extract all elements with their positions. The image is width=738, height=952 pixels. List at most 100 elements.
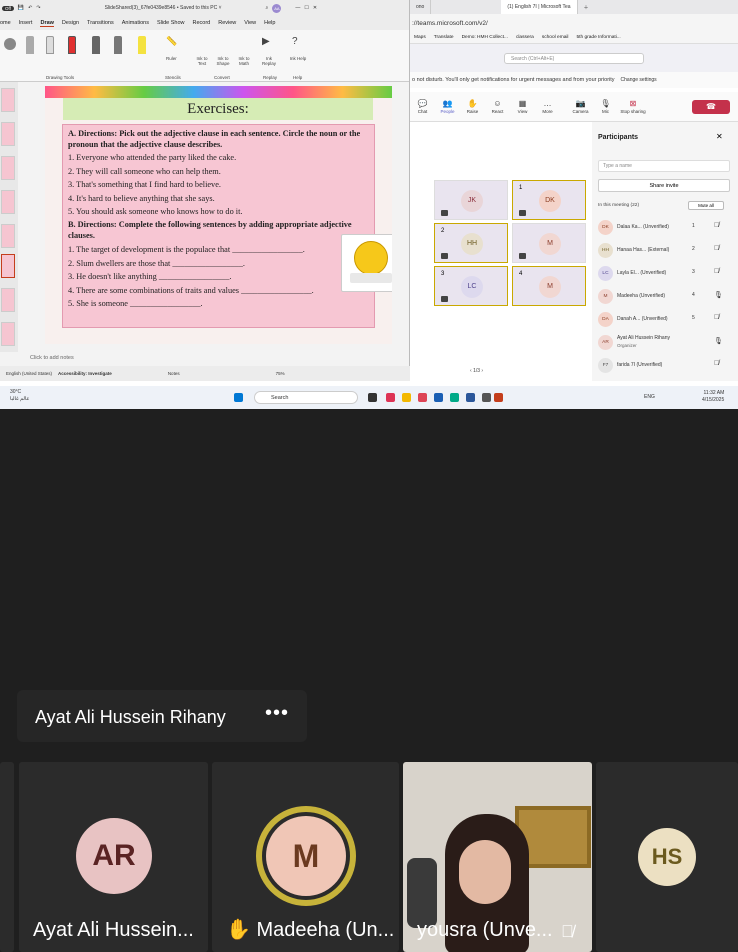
participant-tile[interactable]: 2 HH [434,223,508,263]
taskbar-search[interactable]: Search [254,391,358,404]
weather-widget[interactable]: 30°C عالم غالبا [10,389,29,403]
video-tile-partial[interactable] [0,762,14,952]
redo-icon[interactable]: ↷ [36,5,40,11]
slide-canvas[interactable]: Exercises: A. Directions: Pick out the a… [45,86,392,344]
powerpoint-icon[interactable] [494,393,503,402]
user-avatar[interactable]: AA [272,3,282,13]
participant-row[interactable]: F7 farida 7I (Unverified) 🎙̸ [598,356,732,376]
ink-to-text-button[interactable]: Ink to Text [192,56,212,66]
mute-all-button[interactable]: Mute all [688,201,724,210]
menu-design[interactable]: Design [62,20,79,26]
video-tile[interactable]: HS [596,762,738,952]
mic-off-icon[interactable]: 🎙̸ [714,314,719,321]
notes-toggle[interactable]: Notes [168,371,180,376]
slide-thumbnail[interactable] [1,288,15,312]
grid-pager[interactable]: ‹ 1/3 › [470,368,483,374]
participant-row[interactable]: AR Ayat Ali Hussein Rihany Organizer 🎙 [598,333,732,353]
pen-gray-icon[interactable] [92,36,100,54]
close-panel-icon[interactable]: ✕ [716,132,723,141]
in-meeting-count[interactable]: In this meeting (22) [598,203,639,208]
slide-thumbnail[interactable] [1,190,15,214]
minimize-icon[interactable]: — [295,5,300,11]
participant-tile[interactable]: 4M [512,266,586,306]
menu-draw[interactable]: Draw [40,20,54,27]
new-tab-icon[interactable]: ＋ [584,4,589,11]
language-indicator[interactable]: ENG [644,394,655,400]
address-bar[interactable]: ://teams.microsoft.com/v2/ [410,14,738,32]
close-icon[interactable]: ✕ [313,5,317,11]
more-options-icon[interactable]: ••• [265,702,289,725]
menu-help[interactable]: Help [264,20,275,26]
bookmark-item[interactable]: school email [542,35,569,40]
ppt-filename[interactable]: SlideShared(3)_67fe0439e8546 • Saved to … [105,5,222,11]
copilot-icon[interactable] [386,393,395,402]
slide-thumbnail[interactable] [1,122,15,146]
participant-search[interactable]: Type a name [598,160,730,172]
help-icon[interactable]: ? [292,36,298,47]
menu-record[interactable]: Record [193,20,211,26]
pen-red-icon[interactable] [68,36,76,54]
bookmark-item[interactable]: 5th grade Informati... [577,35,621,40]
ruler-label[interactable]: Ruler [166,56,177,61]
lasso-icon[interactable] [4,38,16,50]
mic-off-icon[interactable]: 🎙̸ [714,245,719,252]
leave-button[interactable]: ☎ [692,100,730,114]
pen-dark-icon[interactable] [114,36,122,54]
menu-transitions[interactable]: Transitions [87,20,114,26]
mic-off-icon[interactable]: 🎙̸ [714,360,719,367]
slide-thumbnail[interactable] [1,224,15,248]
bookmark-item[interactable]: classera [516,35,534,40]
participant-row[interactable]: DA Danah A... (Unverified) 5 🎙̸ [598,310,732,330]
word-icon[interactable] [466,393,475,402]
slide-thumbnail-active[interactable] [1,254,15,278]
zoom-level[interactable]: 75% [276,371,285,376]
view-button[interactable]: ▦ View [510,99,535,114]
tab-teams[interactable]: (1) English 7I | Microsoft Tea [501,0,578,14]
tab-other[interactable]: ono [410,0,432,14]
url-text[interactable]: ://teams.microsoft.com/v2/ [412,20,488,27]
slide-thumbnail[interactable] [1,156,15,180]
eraser-pen-icon[interactable] [26,36,34,54]
menu-slideshow[interactable]: Slide Show [157,20,185,26]
participant-row[interactable]: M Madeeha (Unverified) 4 🎙 [598,287,732,307]
mic-icon[interactable]: 🎙 [714,291,723,299]
participant-tile[interactable]: JK [434,180,508,220]
ppt-search-icon[interactable]: ⌕ [266,5,269,11]
camera-button[interactable]: 📷 Camera [568,99,593,114]
people-button[interactable]: 👥 People [435,99,460,114]
ink-to-math-button[interactable]: Ink to Math [234,56,254,66]
ink-to-shape-button[interactable]: Ink to Shape [213,56,233,66]
change-settings-link[interactable]: Change settings [621,77,657,83]
more-button[interactable]: … More [535,99,560,114]
participant-tile[interactable]: M [512,223,586,263]
slide-thumbnail[interactable] [1,322,15,346]
mic-button[interactable]: 🎙 Mic [593,99,618,114]
task-view-icon[interactable] [368,393,377,402]
accessibility-status[interactable]: Accessibility: Investigate [58,371,112,376]
edge-icon[interactable] [450,393,459,402]
notes-pane[interactable]: Click to add notes [30,352,410,364]
menu-view[interactable]: View [244,20,256,26]
explorer-icon[interactable] [402,393,411,402]
participant-row[interactable]: HH Hanaa Has... (External) 2 🎙̸ [598,241,732,261]
mic-off-icon[interactable]: 🎙̸ [714,268,719,275]
clock[interactable]: 11:32 AM 4/15/2025 [702,390,724,404]
ink-replay-icon[interactable]: ▶ [262,36,270,47]
menu-home[interactable]: ome [0,20,11,26]
menu-animations[interactable]: Animations [122,20,149,26]
participant-row[interactable]: DK Dalaa Ka... (Unverified) 1 🎙̸ [598,218,732,238]
ruler-icon[interactable]: 📏 [166,36,177,47]
mic-icon[interactable]: 🎙 [714,337,723,345]
share-invite-button[interactable]: Share invite [598,179,730,192]
menu-insert[interactable]: Insert [19,20,33,26]
raise-button[interactable]: ✋ Raise [460,99,485,114]
undo-icon[interactable]: ↶ [28,5,32,11]
stop-sharing-button[interactable]: ⊠ Stop sharing [618,99,648,114]
slide-thumbnail[interactable] [1,88,15,112]
menu-review[interactable]: Review [218,20,236,26]
language-status[interactable]: English (United States) [6,371,52,376]
video-tile-camera[interactable]: yousra (Unve... 🎙̸ [403,762,592,952]
store-icon[interactable] [434,393,443,402]
bookmark-item[interactable]: Demo: HMH Collect... [462,35,508,40]
app-icon[interactable] [418,393,427,402]
